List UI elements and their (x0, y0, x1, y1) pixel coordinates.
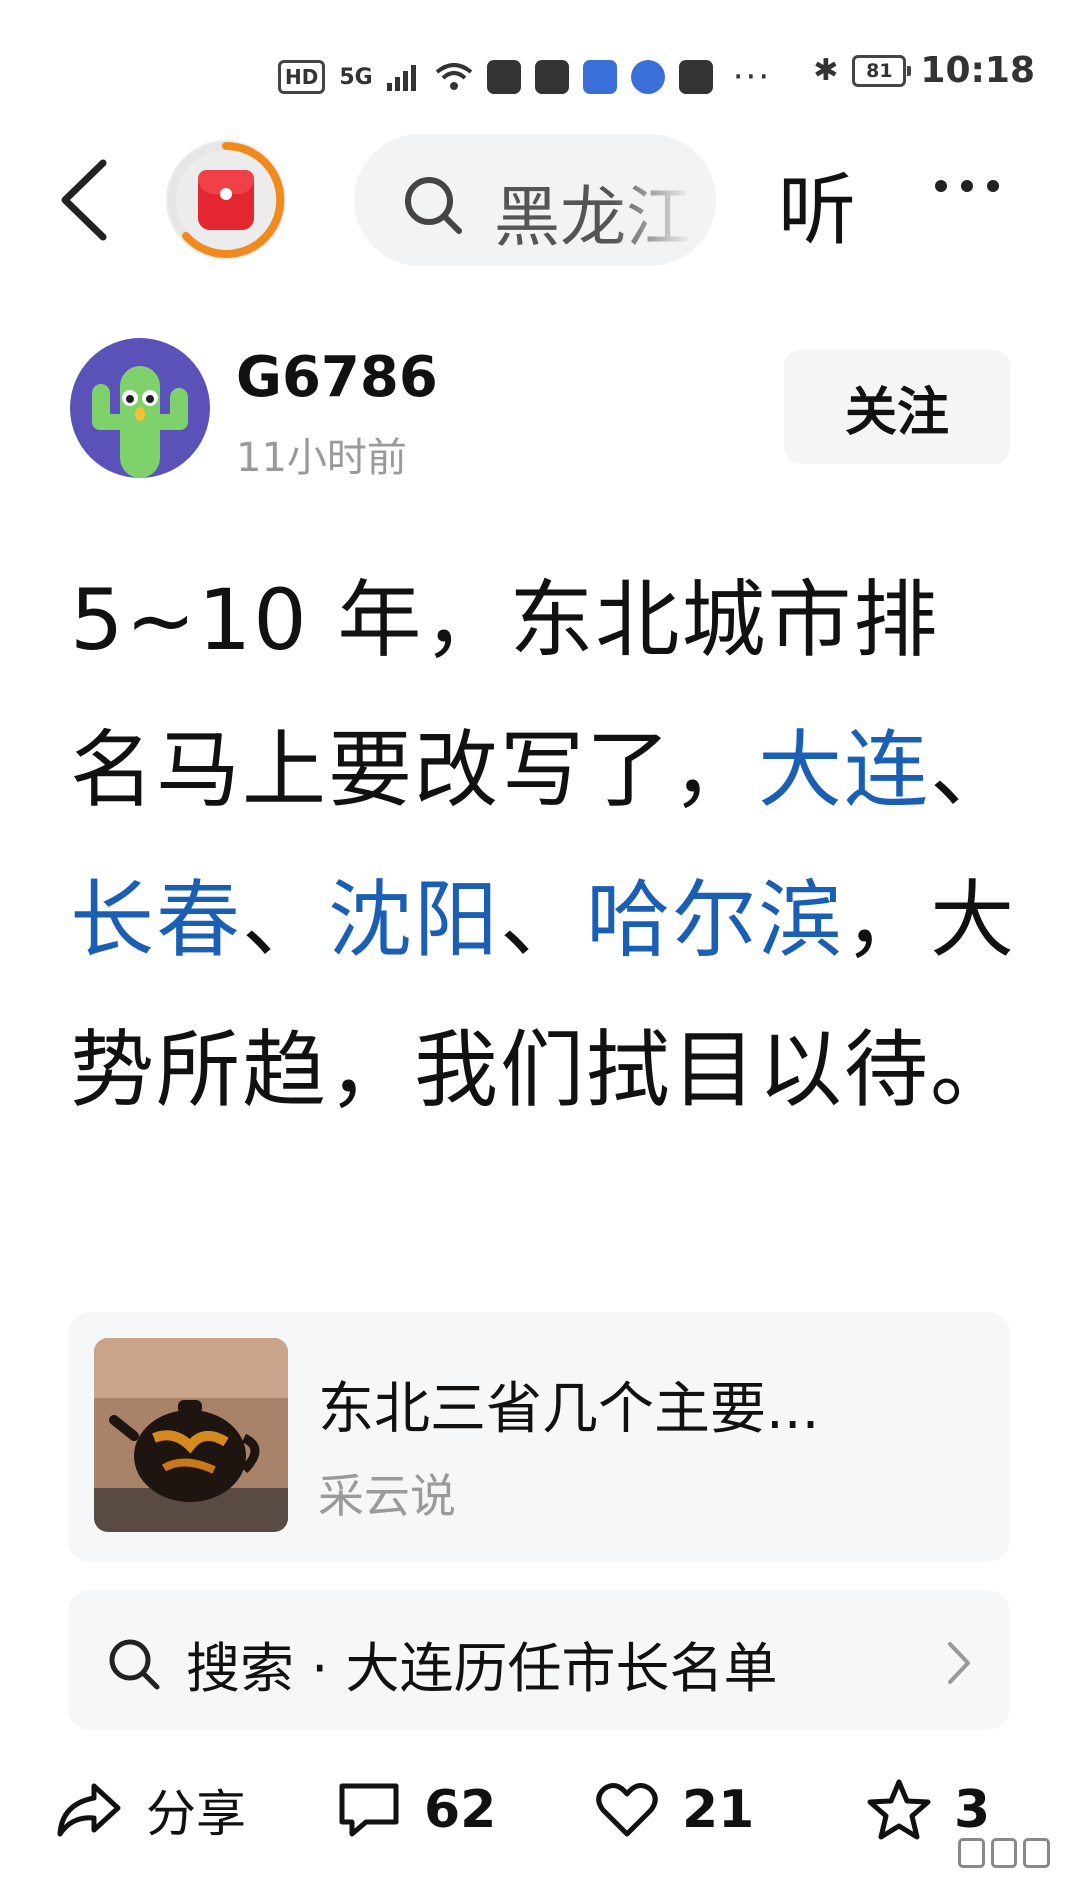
baidu-paw-icon (486, 60, 521, 94)
status-right: ✱ 81 10:18 (813, 50, 1035, 91)
search-icon (405, 177, 462, 234)
star-icon (867, 1779, 931, 1840)
favorite-count: 3 (954, 1780, 991, 1840)
window-switcher-icon (958, 1838, 1051, 1868)
bluetooth-icon: ✱ (813, 53, 839, 88)
like-count: 21 (682, 1780, 755, 1840)
suggestion-label: 搜索 · 大连历任市长名单 (186, 1637, 778, 1700)
link-dalian[interactable]: 大连 (758, 721, 930, 819)
more-dot (935, 180, 947, 192)
baidu-paw-icon-2 (678, 60, 713, 94)
search-suggestion[interactable]: 搜索 · 大连历任市长名单 (68, 1590, 1010, 1730)
back-chevron-icon (61, 159, 107, 241)
more-button[interactable] (935, 180, 999, 192)
link-changchun[interactable]: 长春 (70, 871, 242, 969)
link-harbin[interactable]: 哈尔滨 (586, 871, 844, 969)
signal-icon (386, 65, 416, 91)
window-icon (958, 1838, 985, 1868)
comment-icon (339, 1783, 399, 1837)
clock: 10:18 (920, 50, 1035, 91)
status-overflow: ··· (732, 57, 772, 97)
chevron-right-icon (948, 1642, 970, 1684)
comment-count: 62 (424, 1780, 497, 1840)
more-dot (987, 180, 999, 192)
post-time: 11小时前 (236, 435, 407, 481)
comment-button[interactable]: 62 (336, 1770, 496, 1850)
calendar-icon (534, 60, 569, 94)
heart-icon (596, 1782, 658, 1837)
window-icon (1023, 1838, 1051, 1868)
listen-button[interactable]: 听 (778, 148, 856, 260)
share-label: 分享 (146, 1785, 246, 1843)
follow-button[interactable]: 关注 (784, 350, 1010, 464)
author-name[interactable]: G6786 (236, 345, 438, 410)
signal-label: 5G (339, 64, 373, 90)
separator: 、 (500, 871, 587, 969)
search-bar[interactable]: 黑龙江 (354, 134, 716, 266)
cactus-avatar-icon (92, 366, 188, 478)
back-button[interactable] (55, 155, 115, 245)
teapot-image (94, 1338, 288, 1532)
card-source: 采云说 (318, 1469, 456, 1523)
status-icons: HD 5G ··· (278, 52, 771, 102)
red-packet-button[interactable] (166, 140, 286, 260)
search-query: 黑龙江 (494, 179, 692, 256)
share-button[interactable]: 分享 (54, 1770, 246, 1850)
battery-indicator: 81 (852, 54, 912, 87)
link-shenyang[interactable]: 沈阳 (328, 871, 500, 969)
browser-icon (630, 60, 665, 94)
share-icon (57, 1783, 121, 1837)
separator: 、 (930, 721, 1017, 819)
search-icon (109, 1639, 160, 1690)
card-title: 东北三省几个主要... (318, 1377, 820, 1442)
post-body: 5~10 年，东北城市排名马上要改写了，大连、长春、沈阳、哈尔滨，大势所趋，我们… (70, 545, 1020, 1145)
bottom-action-bar: 分享 62 21 3 (0, 1770, 1080, 1850)
red-envelope-icon (198, 170, 254, 230)
window-icon (990, 1838, 1018, 1868)
like-button[interactable]: 21 (594, 1770, 754, 1850)
avatar[interactable] (70, 338, 210, 478)
status-bar: HD 5G ··· ✱ 81 10:18 (0, 0, 1080, 150)
more-dot (961, 180, 973, 192)
hd-indicator: HD (278, 60, 326, 94)
wifi-icon (435, 63, 472, 90)
security-icon (582, 60, 617, 94)
linked-article-card[interactable]: 东北三省几个主要... 采云说 (68, 1312, 1010, 1562)
separator: 、 (242, 871, 329, 969)
